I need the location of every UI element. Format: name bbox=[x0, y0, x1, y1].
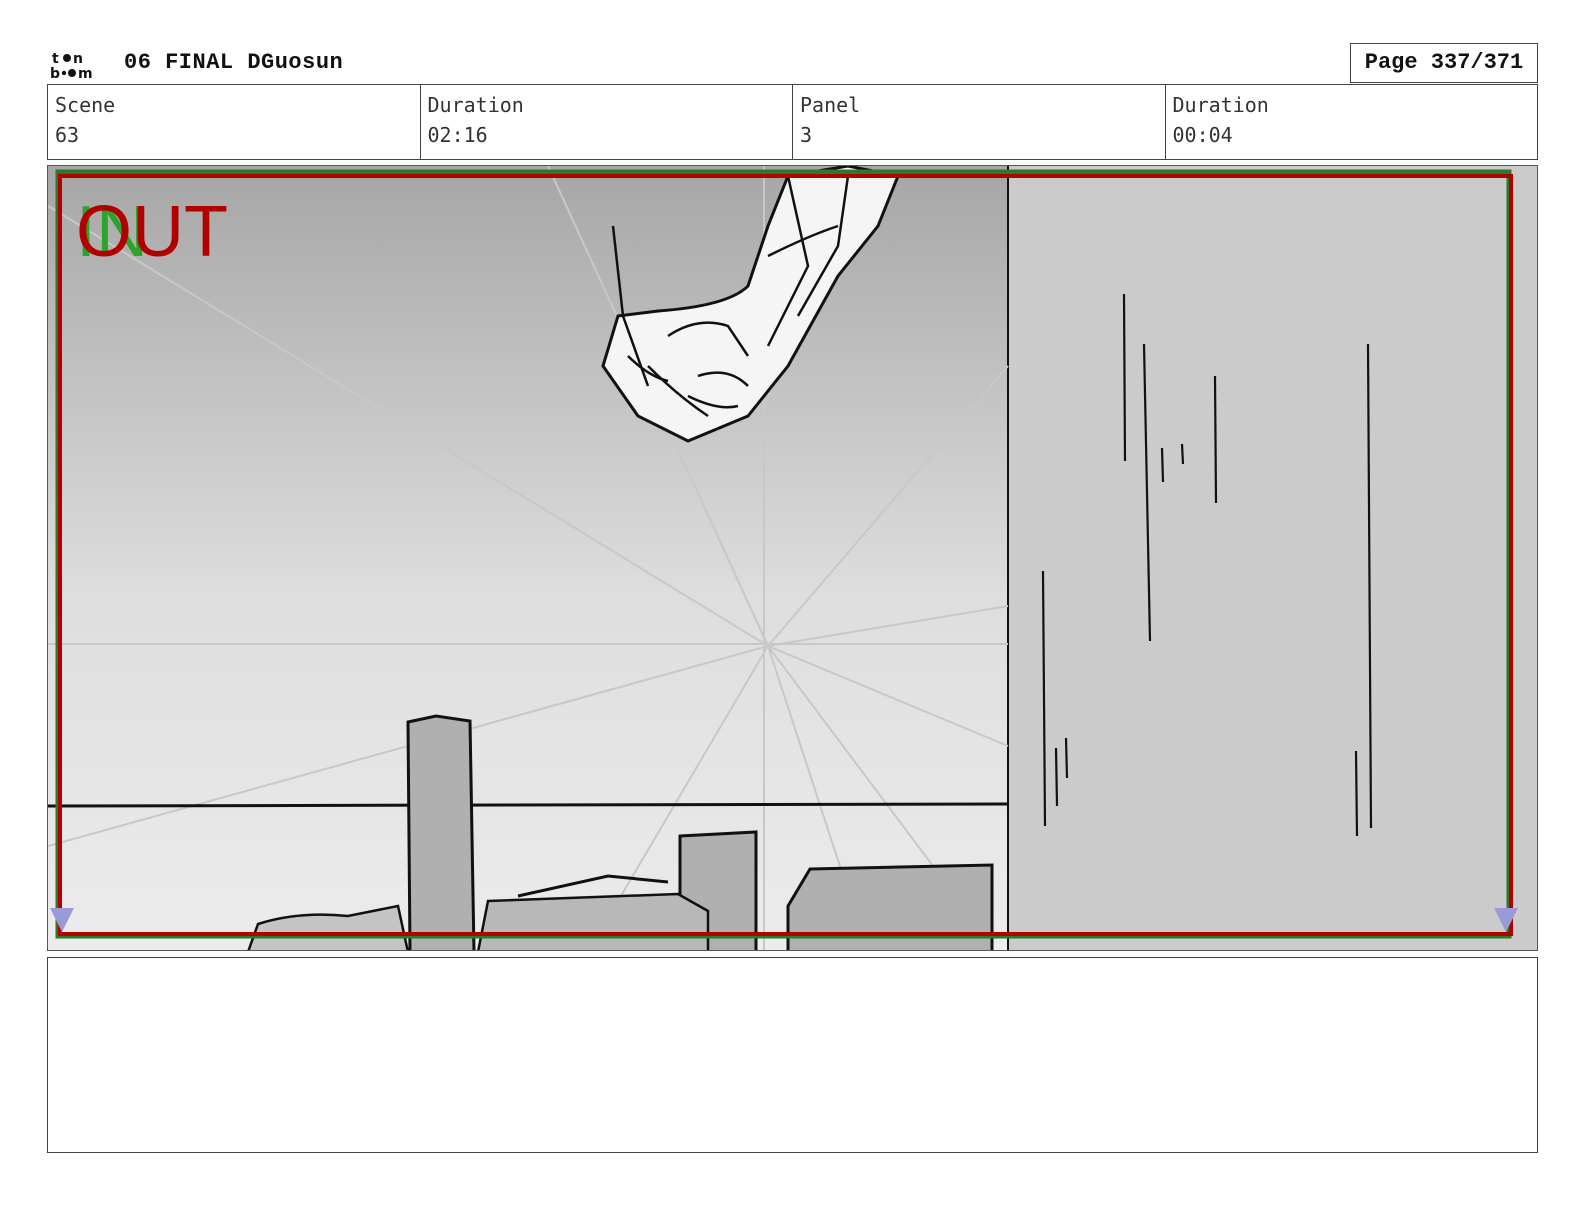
building-wall bbox=[1008, 166, 1537, 950]
panel-label: Panel bbox=[800, 93, 861, 117]
scene-info-row: Scene 63 Duration 02:16 Panel 3 Duration… bbox=[47, 84, 1538, 160]
svg-text:n: n bbox=[73, 51, 83, 67]
low-buildings bbox=[477, 892, 710, 950]
notes-text bbox=[48, 958, 1537, 978]
panel-value: 3 bbox=[800, 123, 813, 147]
scene-cell: Scene 63 bbox=[48, 85, 421, 159]
svg-text:t: t bbox=[52, 51, 59, 67]
out-label: OUT bbox=[76, 192, 228, 272]
panel-cell: Panel 3 bbox=[793, 85, 1166, 159]
page-indicator: Page 337/371 bbox=[1350, 43, 1538, 83]
storyboard-panel: IN OUT bbox=[47, 165, 1538, 951]
notes-box[interactable] bbox=[47, 957, 1538, 1153]
toonboom-logo: t n b m bbox=[50, 51, 93, 80]
document-title: 06 FINAL DGuosun bbox=[124, 50, 344, 75]
scene-duration-label: Duration bbox=[427, 93, 524, 117]
panel-duration-cell: Duration 00:04 bbox=[1166, 85, 1538, 159]
horizon-line bbox=[48, 802, 1009, 808]
panel-duration-label: Duration bbox=[1172, 93, 1269, 117]
scene-duration-cell: Duration 02:16 bbox=[421, 85, 793, 159]
panel-duration-value: 00:04 bbox=[1172, 123, 1233, 147]
scene-value: 63 bbox=[55, 123, 80, 147]
scene-label: Scene bbox=[55, 93, 116, 117]
panel-sketch bbox=[48, 166, 1537, 950]
scene-duration-value: 02:16 bbox=[427, 123, 488, 147]
svg-text:b: b bbox=[50, 66, 60, 80]
svg-text:m: m bbox=[78, 66, 93, 80]
tower bbox=[406, 714, 476, 950]
sky-background bbox=[48, 166, 1008, 950]
